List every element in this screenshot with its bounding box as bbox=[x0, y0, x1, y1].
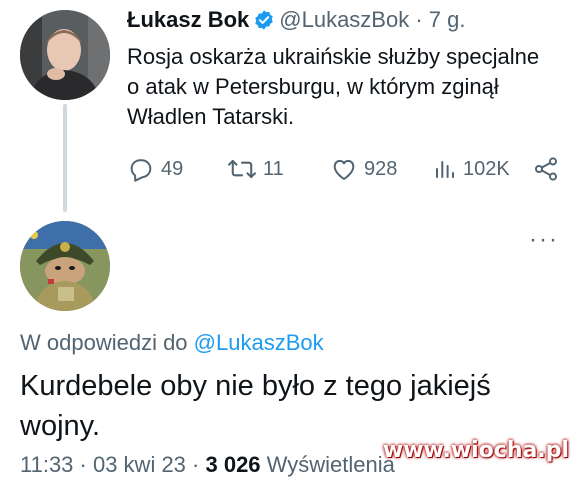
tweet-actions: 49 11 928 102K bbox=[127, 152, 567, 186]
reply-count: 49 bbox=[161, 157, 184, 180]
verified-badge-icon bbox=[253, 9, 275, 38]
reply-timestamp[interactable]: 11:33 · 03 kwi 23 · bbox=[20, 452, 199, 477]
reply-author-avatar[interactable] bbox=[20, 221, 110, 311]
views-chart-icon bbox=[433, 155, 457, 183]
share-icon bbox=[532, 155, 560, 183]
tweet-time[interactable]: · 7 g. bbox=[415, 7, 465, 32]
watermark-logo: www.wiocha.pl bbox=[382, 438, 569, 463]
like-button[interactable]: 928 bbox=[330, 152, 397, 186]
reply-avatar-image bbox=[20, 221, 110, 311]
views-button[interactable]: 102K bbox=[433, 152, 510, 186]
author-name[interactable]: Łukasz Bok bbox=[127, 7, 249, 32]
reply-meta: 11:33 · 03 kwi 23 · 3 026 Wyświetlenia bbox=[20, 452, 395, 478]
author-avatar[interactable] bbox=[20, 10, 110, 100]
retweet-button[interactable]: 11 bbox=[227, 152, 284, 186]
share-button[interactable] bbox=[532, 152, 560, 186]
reply-views-label: Wyświetlenia bbox=[266, 452, 395, 477]
reply-icon bbox=[127, 155, 155, 183]
retweet-icon bbox=[227, 155, 257, 183]
author-avatar-image bbox=[20, 10, 110, 100]
tweet-header: Łukasz Bok @LukaszBok · 7 g. bbox=[127, 6, 465, 38]
like-count: 928 bbox=[364, 157, 398, 180]
thread-connector-line bbox=[63, 104, 67, 212]
reply-views-count: 3 026 bbox=[205, 452, 261, 477]
author-handle[interactable]: @LukaszBok bbox=[279, 7, 409, 32]
more-options-button[interactable]: ··· bbox=[529, 226, 559, 254]
reply-to-line: W odpowiedzi do @LukaszBok bbox=[20, 330, 324, 356]
reply-to-handle-link[interactable]: @LukaszBok bbox=[194, 330, 324, 355]
retweet-count: 11 bbox=[263, 157, 284, 180]
tweet-text: Rosja oskarża ukraińskie służby specjaln… bbox=[127, 44, 540, 129]
views-count: 102K bbox=[463, 157, 510, 180]
heart-icon bbox=[330, 155, 358, 183]
reply-to-prefix: W odpowiedzi do bbox=[20, 330, 188, 355]
reply-button[interactable]: 49 bbox=[127, 152, 183, 186]
reply-text: Kurdebele oby nie było z tego jakiejś wo… bbox=[20, 370, 491, 442]
